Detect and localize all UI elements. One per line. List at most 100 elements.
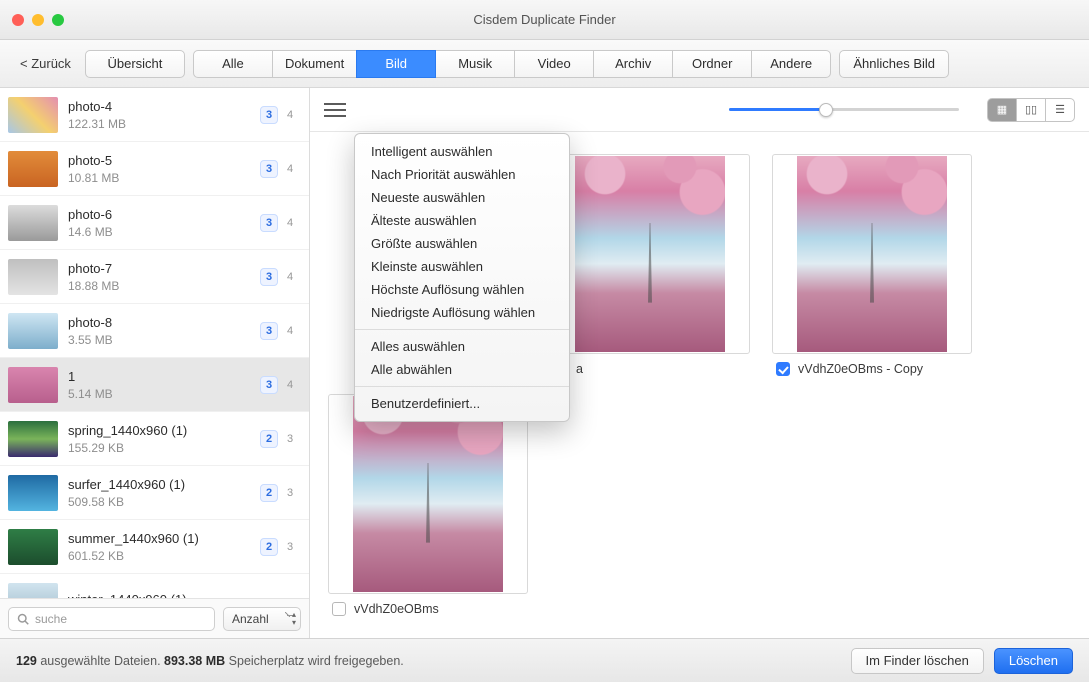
menu-item[interactable]: Höchste Auflösung wählen (355, 278, 569, 301)
cell-filename: vVdhZ0eOBms (354, 602, 439, 616)
view-columns-icon[interactable]: ▯▯ (1016, 98, 1046, 122)
group-thumbnail (8, 421, 58, 457)
duplicate-group-row[interactable]: summer_1440x960 (1)601.52 KB23 (0, 520, 309, 574)
delete-button[interactable]: Löschen (994, 648, 1073, 674)
select-checkbox[interactable] (776, 362, 790, 376)
tab-ordner[interactable]: Ordner (672, 50, 752, 78)
tab-video[interactable]: Video (514, 50, 594, 78)
back-button[interactable]: < Zurück (14, 52, 77, 75)
group-info: surfer_1440x960 (1) 509.58 KB (68, 477, 250, 509)
group-counts: 34 (260, 214, 299, 232)
duplicate-group-row[interactable]: photo-83.55 MB34 (0, 304, 309, 358)
group-selected-count: 3 (260, 268, 278, 286)
tab-musik[interactable]: Musik (435, 50, 515, 78)
menu-item[interactable]: Neueste auswählen (355, 186, 569, 209)
menu-item[interactable]: Niedrigste Auflösung wählen (355, 301, 569, 324)
view-list-icon[interactable]: ☰ (1045, 98, 1075, 122)
tab-andere[interactable]: Andere (751, 50, 831, 78)
menu-item[interactable]: Größte auswählen (355, 232, 569, 255)
duplicate-group-row[interactable]: winter_1440x960 (1) (0, 574, 309, 598)
group-selected-count: 3 (260, 160, 278, 178)
group-selected-count: 2 (260, 538, 278, 556)
group-counts: 34 (260, 160, 299, 178)
close-window-icon[interactable] (12, 14, 24, 26)
thumbnail-frame (328, 394, 528, 594)
overview-button[interactable]: Übersicht (85, 50, 185, 78)
duplicate-group-row[interactable]: photo-718.88 MB34 (0, 250, 309, 304)
group-total-count: 4 (281, 214, 299, 232)
footer: 129 ausgewählte Dateien. 893.38 MB Speic… (0, 638, 1089, 682)
thumbnail-frame (550, 154, 750, 354)
duplicate-cell[interactable]: a (550, 154, 750, 376)
selection-menu-button[interactable] (324, 102, 346, 118)
freed-size: 893.38 MB (164, 654, 225, 668)
group-size: 601.52 KB (68, 549, 250, 563)
cell-caption: vVdhZ0eOBms (328, 602, 528, 616)
menu-item[interactable]: Alles auswählen (355, 335, 569, 358)
group-selected-count: 3 (260, 376, 278, 394)
group-total-count: 4 (281, 160, 299, 178)
freed-size-label: Speicherplatz wird freigegeben. (225, 654, 404, 668)
group-selected-count: 3 (260, 214, 278, 232)
view-grid-icon[interactable]: ▦ (987, 98, 1017, 122)
group-thumbnail (8, 151, 58, 187)
cell-filename: a (576, 362, 583, 376)
stepper-icon: ▴▾ (292, 611, 296, 627)
group-size: 509.58 KB (68, 495, 250, 509)
tab-archiv[interactable]: Archiv (593, 50, 673, 78)
tab-bild[interactable]: Bild (356, 50, 436, 78)
group-info: photo-83.55 MB (68, 315, 250, 347)
search-placeholder: suche (35, 612, 67, 626)
group-name: surfer_1440x960 (1) (68, 477, 250, 492)
menu-item[interactable]: Kleinste auswählen (355, 255, 569, 278)
cell-caption: vVdhZ0eOBms - Copy (772, 362, 972, 376)
sort-select-label: Anzahl (232, 612, 269, 626)
sort-select[interactable]: Anzahl ▴▾ (223, 607, 301, 631)
menu-item[interactable]: Älteste auswählen (355, 209, 569, 232)
group-selected-count: 2 (260, 430, 278, 448)
tab-alle[interactable]: Alle (193, 50, 273, 78)
group-size: 10.81 MB (68, 171, 250, 185)
duplicate-group-row[interactable]: surfer_1440x960 (1)509.58 KB23 (0, 466, 309, 520)
group-size: 3.55 MB (68, 333, 250, 347)
duplicate-group-row[interactable]: photo-614.6 MB34 (0, 196, 309, 250)
menu-item[interactable]: Alle abwählen (355, 358, 569, 381)
select-checkbox[interactable] (332, 602, 346, 616)
duplicate-group-row[interactable]: photo-4122.31 MB34 (0, 88, 309, 142)
group-selected-count: 3 (260, 322, 278, 340)
thumbnail-image (575, 156, 725, 352)
cell-filename: vVdhZ0eOBms - Copy (798, 362, 923, 376)
minimize-window-icon[interactable] (32, 14, 44, 26)
view-mode-segmented: ▦ ▯▯ ☰ (987, 98, 1075, 122)
menu-item[interactable]: Intelligent auswählen (355, 140, 569, 163)
group-counts: 34 (260, 106, 299, 124)
menu-item[interactable]: Nach Priorität auswählen (355, 163, 569, 186)
group-size: 155.29 KB (68, 441, 250, 455)
group-total-count: 4 (281, 106, 299, 124)
zoom-window-icon[interactable] (52, 14, 64, 26)
duplicate-cell[interactable]: vVdhZ0eOBms - Copy (772, 154, 972, 376)
sidebar-footer: suche Anzahl ▴▾ (0, 598, 309, 638)
group-info: photo-510.81 MB (68, 153, 250, 185)
tab-dokument[interactable]: Dokument (272, 50, 357, 78)
toolbar: < Zurück Übersicht AlleDokumentBildMusik… (0, 40, 1089, 88)
delete-in-finder-button[interactable]: Im Finder löschen (851, 648, 984, 674)
thumbnail-frame (772, 154, 972, 354)
selected-count: 129 (16, 654, 37, 668)
group-thumbnail (8, 259, 58, 295)
group-thumbnail (8, 205, 58, 241)
group-thumbnail (8, 367, 58, 403)
group-total-count: 3 (281, 538, 299, 556)
duplicate-group-row[interactable]: spring_1440x960 (1)155.29 KB23 (0, 412, 309, 466)
thumbnail-size-slider[interactable] (729, 100, 959, 120)
group-info: 15.14 MB (68, 369, 250, 401)
content-toolbar: ▦ ▯▯ ☰ (310, 88, 1089, 132)
menu-item[interactable]: Benutzerdefiniert... (355, 392, 569, 415)
similar-image-button[interactable]: Ähnliches Bild (839, 50, 949, 78)
group-counts: 23 (260, 430, 299, 448)
duplicate-group-row[interactable]: 15.14 MB34 (0, 358, 309, 412)
duplicate-group-row[interactable]: photo-510.81 MB 34 (0, 142, 309, 196)
sidebar: photo-4122.31 MB34photo-510.81 MB34photo… (0, 88, 310, 638)
search-input[interactable]: suche (8, 607, 215, 631)
duplicate-cell[interactable]: vVdhZ0eOBms (328, 394, 528, 616)
